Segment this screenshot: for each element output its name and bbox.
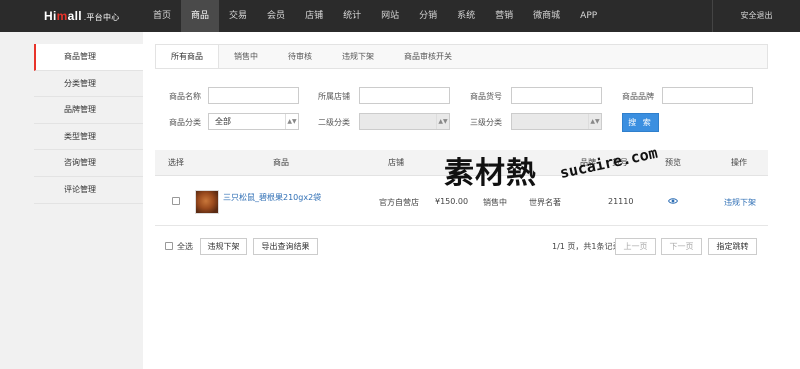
nav-item[interactable]: 会员 [257,0,295,32]
sidebar: 商品管理 分类管理 品牌管理 类型管理 咨询管理 评论管理 [0,32,143,369]
sidebar-item[interactable]: 分类管理 [34,70,143,98]
shop-input[interactable] [359,87,450,104]
sidebar-item[interactable]: 咨询管理 [34,150,143,177]
main-content: 所有商品 销售中 待审核 违规下架 商品审核开关 商品名称 所属店铺 商品货号 商品品牌… [143,32,800,369]
search-button[interactable]: 搜 索 [622,113,659,132]
product-name-label: 商品名称 [169,92,201,101]
row-brand: 世界名著 [529,198,561,207]
top-nav-bar: Himall .平台中心 首页 商品 交易 会员 店铺 统计 网站 分销 系统 营销 微商城 APP 安… [0,0,800,32]
logo-mark: m [56,9,68,23]
nav-item[interactable]: APP [570,0,607,32]
chevron-down-icon: ▲▼ [285,114,298,129]
third-category-label: 三级分类 [470,118,502,127]
tab[interactable]: 销售中 [219,45,273,68]
logo-prefix: Hi [44,9,57,23]
jump-page-button[interactable]: 指定跳转 [708,238,757,255]
bulk-takedown-button[interactable]: 违规下架 [200,238,247,255]
shop-label: 所属店铺 [318,92,350,101]
row-shop: 官方自营店 [379,198,419,207]
logout-link[interactable]: 安全退出 [712,0,800,32]
category-label: 商品分类 [169,118,201,127]
sidebar-item[interactable]: 评论管理 [34,176,143,204]
nav-item[interactable]: 商品 [181,0,220,32]
export-results-button[interactable]: 导出查询结果 [253,238,318,255]
sidebar-item[interactable]: 类型管理 [34,123,143,151]
nav-item[interactable]: 微商城 [523,0,570,32]
next-page-button[interactable]: 下一页 [661,238,702,255]
sidebar-item[interactable]: 品牌管理 [34,97,143,124]
pagination-info: 1/1 页，共1条记录 [552,242,621,251]
third-category-select[interactable]: ▲▼ [511,113,602,130]
nav-item[interactable]: 交易 [219,0,257,32]
sku-input[interactable] [511,87,602,104]
col-preview: 预览 [665,158,681,167]
nav-item[interactable]: 营销 [485,0,523,32]
product-name-input[interactable] [208,87,299,104]
main-menu: 首页 商品 交易 会员 店铺 统计 网站 分销 系统 营销 微商城 APP [143,0,607,32]
nav-item[interactable]: 分销 [409,0,447,32]
nav-item[interactable]: 网站 [371,0,409,32]
select-all-checkbox[interactable] [165,242,173,250]
sidebar-menu: 商品管理 分类管理 品牌管理 类型管理 咨询管理 评论管理 [34,44,143,204]
row-sku: 21110 [608,197,634,206]
row-checkbox[interactable] [172,197,180,205]
subcategory-select[interactable]: ▲▼ [359,113,450,130]
select-all-label: 全选 [177,242,193,251]
subcategory-label: 二级分类 [318,118,350,127]
tab[interactable]: 待审核 [273,45,327,68]
brand-label: 商品品牌 [622,92,654,101]
chevron-down-icon: ▲▼ [436,114,449,129]
logo-suffix: all [67,9,82,23]
col-product: 商品 [273,158,289,167]
product-thumbnail[interactable] [195,190,219,214]
brand-input[interactable] [662,87,753,104]
product-name-link[interactable]: 三只松鼠_碧根果210gx2袋 [223,192,321,203]
row-price: ¥150.00 [435,197,469,206]
nav-item[interactable]: 首页 [143,0,181,32]
watermark-text: 素材熱 [444,156,537,191]
category-select-value: 全部 [215,117,231,126]
tab[interactable]: 违规下架 [327,45,389,68]
nav-item[interactable]: 统计 [333,0,371,32]
nav-item[interactable]: 店铺 [295,0,333,32]
tab[interactable]: 所有商品 [156,45,219,68]
logo-subtitle: .平台中心 [83,13,120,22]
eye-icon[interactable] [668,198,678,204]
takedown-link[interactable]: 违规下架 [724,197,756,208]
sku-label: 商品货号 [470,92,502,101]
col-action: 操作 [731,158,747,167]
sidebar-item[interactable]: 商品管理 [34,44,143,71]
tab-bar: 所有商品 销售中 待审核 违规下架 商品审核开关 [155,44,768,69]
nav-item[interactable]: 系统 [447,0,485,32]
row-status: 销售中 [483,198,507,207]
tab[interactable]: 商品审核开关 [389,45,467,68]
col-shop: 店铺 [388,158,404,167]
prev-page-button[interactable]: 上一页 [615,238,656,255]
category-select[interactable]: 全部 ▲▼ [208,113,299,130]
col-select: 选择 [168,158,184,167]
brand-logo[interactable]: Himall .平台中心 [44,9,120,23]
chevron-down-icon: ▲▼ [588,114,601,129]
